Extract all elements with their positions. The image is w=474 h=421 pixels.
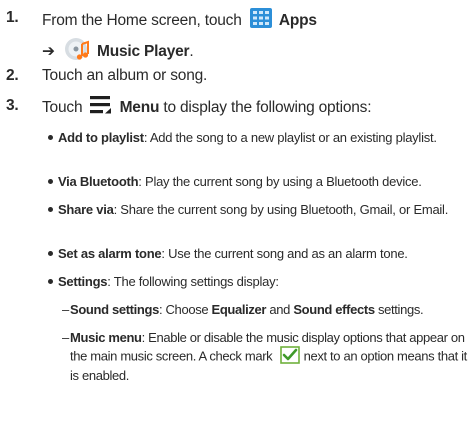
arrow-icon: ➔ bbox=[42, 42, 55, 61]
option-set-as-alarm-tone: Set as alarm tone: Use the current song … bbox=[48, 246, 466, 262]
menu-icon bbox=[90, 96, 112, 120]
option-add-to-playlist: Add to playlist: Add the song to a new p… bbox=[48, 130, 466, 146]
dash: – bbox=[62, 302, 69, 317]
option-via-bluetooth: Via Bluetooth: Play the current song by … bbox=[48, 174, 466, 190]
music-player-icon bbox=[64, 36, 90, 68]
instructions-page: 1. From the Home screen, touch Apps ➔ Mu… bbox=[0, 0, 474, 421]
step-text: Touch an album or song. bbox=[42, 67, 208, 84]
step-text: From the Home screen, touch bbox=[42, 12, 242, 30]
apps-grid-icon bbox=[249, 8, 272, 34]
step-number: 2. bbox=[6, 67, 19, 84]
music-player-label: Music Player bbox=[97, 43, 190, 61]
bullet-icon bbox=[48, 251, 53, 256]
setting-music-menu: – Music menu: Enable or disable the musi… bbox=[62, 330, 467, 383]
bullet-icon bbox=[48, 207, 53, 212]
step-number: 1. bbox=[6, 9, 19, 26]
checkmark-icon bbox=[279, 346, 300, 368]
setting-sound-settings: – Sound settings: Choose Equalizer and S… bbox=[62, 302, 424, 317]
bullet-icon bbox=[48, 135, 53, 140]
dash: – bbox=[62, 330, 69, 345]
apps-label: Apps bbox=[278, 12, 317, 30]
option-settings: Settings: The following settings display… bbox=[48, 274, 466, 290]
option-share-via: Share via: Share the current song by usi… bbox=[48, 202, 466, 218]
bullet-icon bbox=[48, 279, 53, 284]
bullet-icon bbox=[48, 179, 53, 184]
step-number: 3. bbox=[6, 97, 19, 114]
menu-label: Menu bbox=[119, 99, 160, 117]
